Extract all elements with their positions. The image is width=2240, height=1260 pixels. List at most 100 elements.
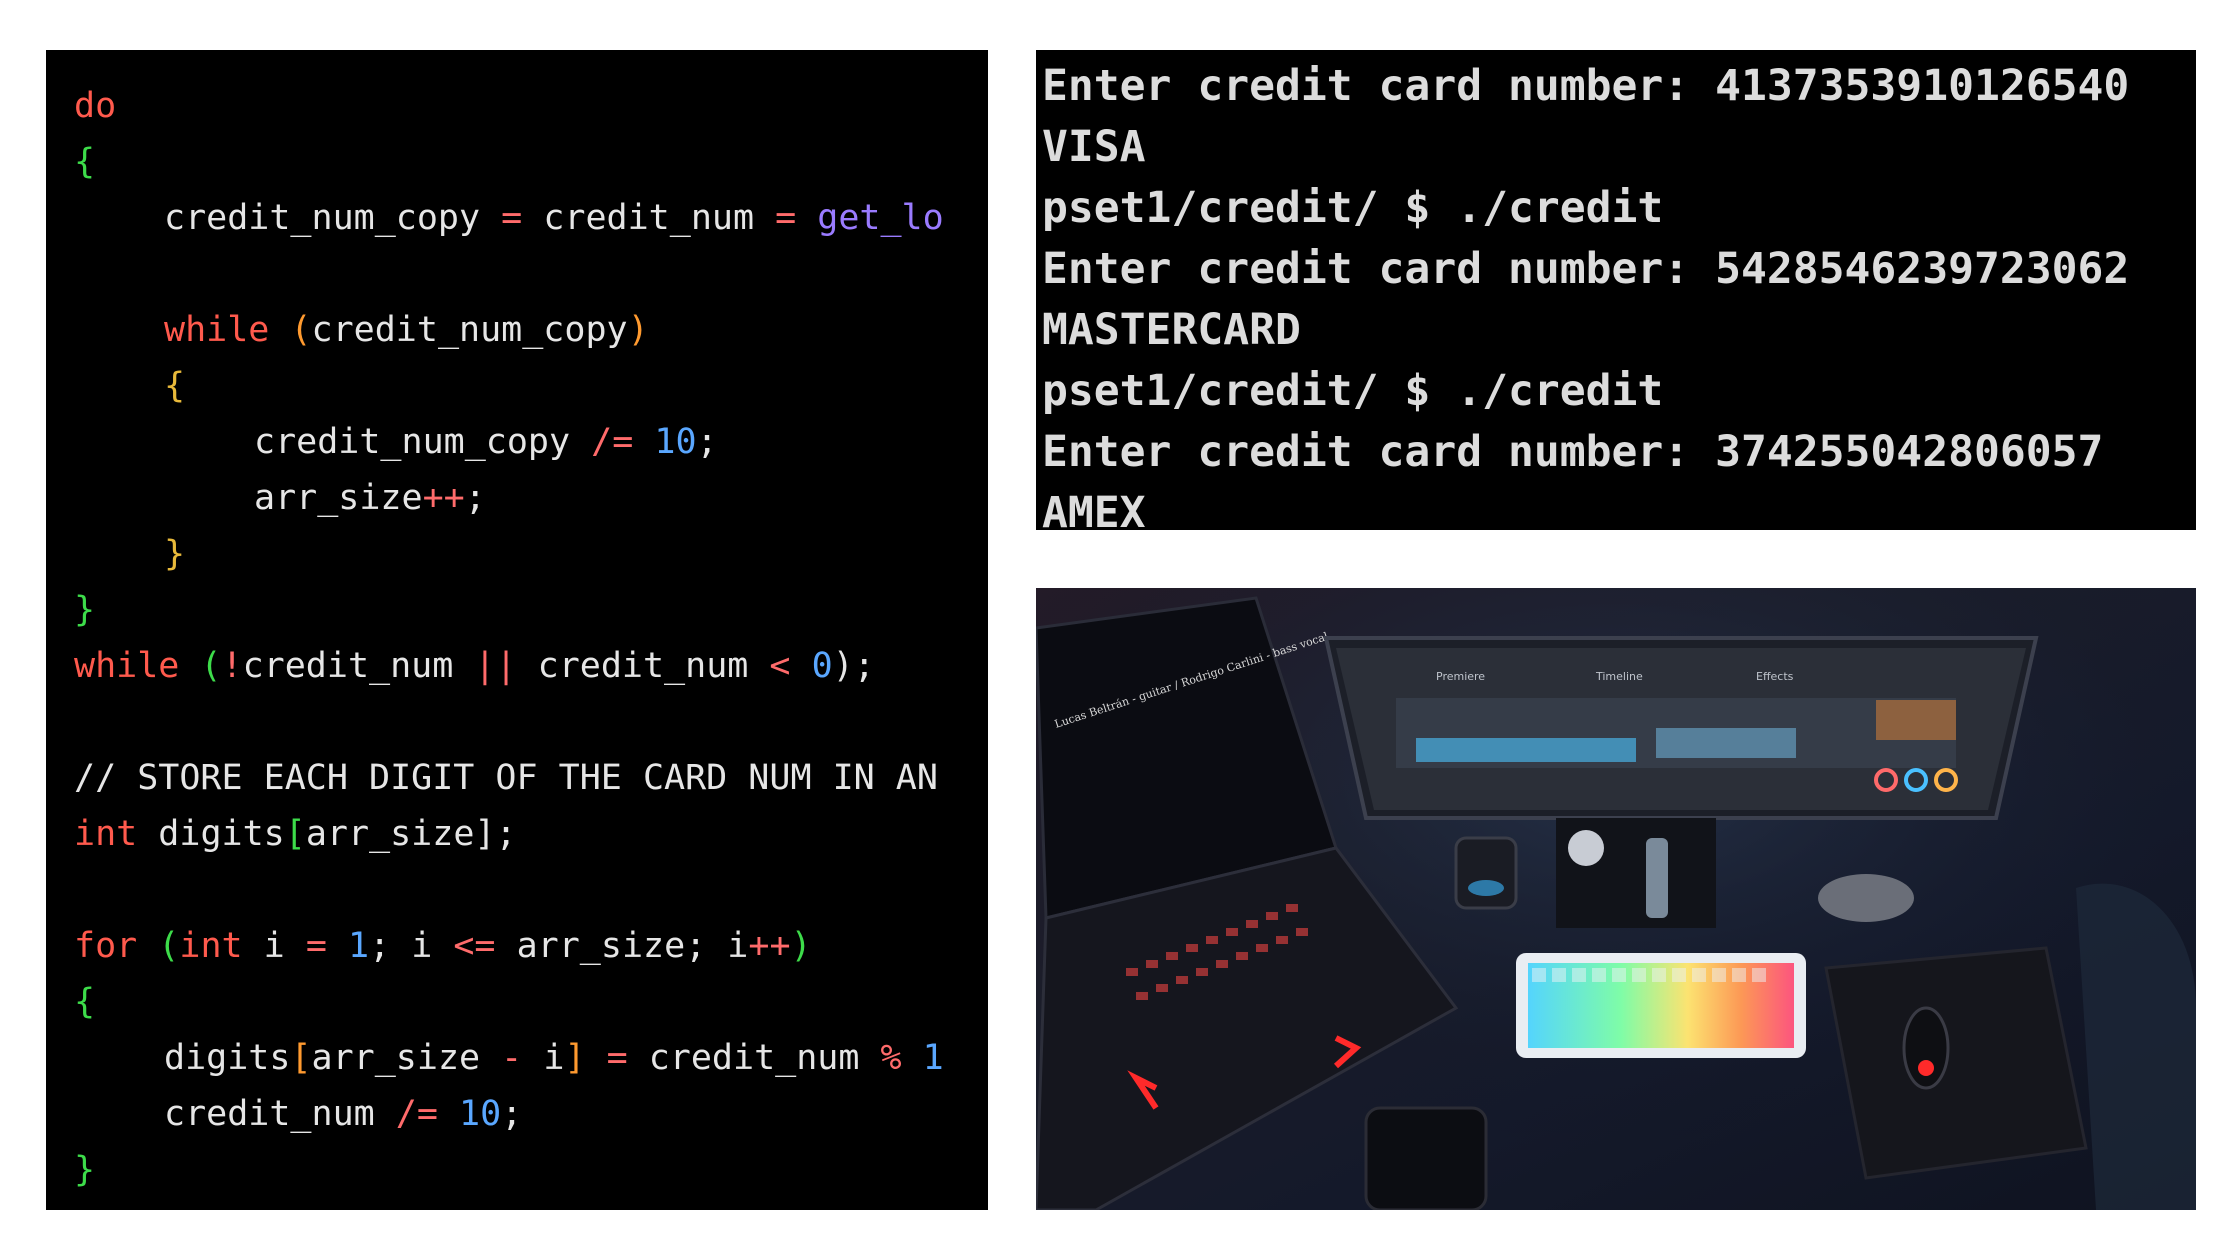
code-line-9: } (164, 526, 185, 582)
terminal-output-panel: Enter credit card number: 41373539101265… (1036, 50, 2196, 530)
monitor-label: Premiere (1436, 670, 1485, 683)
code-line-18: digits[arr_size - i] = credit_num % 1 (164, 1030, 944, 1086)
desk-setup-illustration: Lucas Beltrán - guitar / Rodrigo Carlini… (1036, 588, 2196, 1210)
operator: = (501, 198, 523, 238)
identifier: credit_num_copy (254, 422, 571, 462)
desk-setup-photo: Lucas Beltrán - guitar / Rodrigo Carlini… (1036, 588, 2196, 1210)
close-brace: } (164, 534, 186, 574)
terminal-line: AMEX (1042, 488, 1146, 530)
operator: || (474, 646, 517, 686)
camera (1364, 1106, 1488, 1210)
identifier: i (543, 1038, 565, 1078)
operator: = (775, 198, 797, 238)
code-line-5: while (credit_num_copy) (164, 302, 649, 358)
speaker-device (1454, 836, 1518, 910)
earbuds-case (1568, 830, 1604, 866)
identifier: arr_size (305, 814, 475, 854)
mousepad (1824, 946, 2088, 1180)
identifier: credit_num_copy (311, 310, 628, 350)
code-line-17: { (74, 974, 95, 1030)
code-line-3: credit_num_copy = credit_num = get_lo (164, 190, 944, 246)
close-brace: } (74, 590, 96, 630)
operator: /= (591, 422, 634, 462)
comment: // STORE EACH DIGIT OF THE CARD NUM IN A… (74, 758, 938, 798)
function-call: get_lo (817, 198, 944, 238)
open-brace: { (74, 142, 96, 182)
identifier: digits (164, 1038, 291, 1078)
identifier: arr_size (311, 1038, 481, 1078)
code-comment: // STORE EACH DIGIT OF THE CARD NUM IN A… (74, 750, 938, 806)
terminal-line: pset1/credit/ $ ./credit (1042, 366, 1664, 416)
identifier: credit_num_copy (164, 198, 481, 238)
identifier: credit_num (242, 646, 454, 686)
operator: % (880, 1038, 902, 1078)
bracket: ] (564, 1038, 586, 1078)
number-literal: 1 (347, 926, 370, 966)
open-brace: { (74, 982, 96, 1022)
semicolon: ; (464, 478, 486, 518)
identifier: digits (158, 814, 285, 854)
operator: < (769, 646, 791, 686)
keyword-while: while (164, 310, 270, 350)
code-line-14: int digits[arr_size]; (74, 806, 517, 862)
close-brace: } (74, 1150, 96, 1190)
number-literal: 10 (459, 1094, 502, 1134)
operator: = (606, 1038, 628, 1078)
operator: - (501, 1038, 523, 1078)
semicolon: ); (832, 646, 875, 686)
identifier: credit_num (164, 1094, 375, 1134)
identifier: credit_num (648, 1038, 860, 1078)
operator: ++ (422, 478, 465, 518)
semicolon: ; (501, 1094, 523, 1134)
identifier: arr_size; i (516, 926, 749, 966)
monitor-label: Timeline (1595, 670, 1643, 683)
code-line-2: { (74, 134, 95, 190)
identifier: ; i (369, 926, 433, 966)
keyword-do: do (74, 86, 117, 126)
code-line-19: credit_num /= 10; (164, 1086, 522, 1142)
keyword-int: int (74, 814, 138, 854)
remote-control (1646, 838, 1668, 918)
coaster (1818, 874, 1914, 922)
operator: <= (453, 926, 496, 966)
paren: ) (627, 310, 649, 350)
terminal-line: Enter credit card number: 37425504280605… (1042, 427, 2104, 477)
identifier: credit_num (543, 198, 755, 238)
rgb-keyboard (1516, 953, 1806, 1058)
identifier: i (263, 926, 285, 966)
code-line-16: for (int i = 1; i <= arr_size; i++) (74, 918, 812, 974)
paren: ) (790, 926, 812, 966)
terminal-line: pset1/credit/ $ ./credit (1042, 183, 1664, 233)
bracket-semicolon: ]; (474, 814, 517, 854)
terminal-line: MASTERCARD (1042, 305, 1301, 355)
code-line-6: { (164, 358, 185, 414)
code-line-10: } (74, 582, 95, 638)
monitor-label: Effects (1756, 670, 1794, 683)
operator: /= (395, 1094, 438, 1134)
paren: ( (200, 646, 222, 686)
code-line-8: arr_size++; (254, 470, 486, 526)
identifier: arr_size (254, 478, 423, 518)
keyword-while: while (74, 646, 180, 686)
keyword-int: int (179, 926, 243, 966)
number-literal: 1 (922, 1038, 944, 1078)
code-editor-panel: do { credit_num_copy = credit_num = get_… (46, 50, 988, 1210)
terminal-line: Enter credit card number: 54285462397230… (1042, 244, 2130, 294)
identifier: credit_num (537, 646, 749, 686)
bracket: [ (290, 1038, 312, 1078)
terminal-line: Enter credit card number: 41373539101265… (1042, 61, 2130, 111)
operator: ! (221, 646, 243, 686)
semicolon: ; (696, 422, 718, 462)
code-line-1: do (74, 78, 116, 134)
code-line-7: credit_num_copy /= 10; (254, 414, 718, 470)
keyword-for: for (74, 926, 138, 966)
code-line-11: while (!credit_num || credit_num < 0); (74, 638, 875, 694)
number-literal: 0 (811, 646, 833, 686)
terminal-line: VISA (1042, 122, 1146, 172)
code-line-20: } (74, 1142, 95, 1198)
paren: ( (158, 926, 180, 966)
operator: = (305, 926, 327, 966)
bracket: [ (284, 814, 306, 854)
operator: ++ (748, 926, 791, 966)
number-literal: 10 (654, 422, 697, 462)
